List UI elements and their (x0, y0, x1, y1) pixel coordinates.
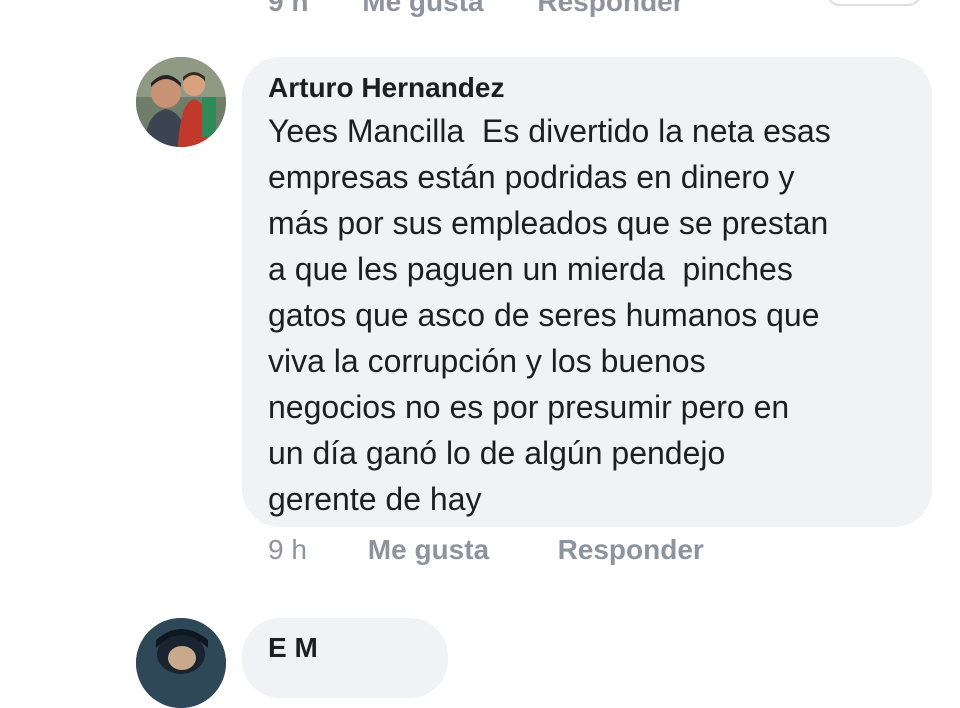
profile-photo-icon (136, 618, 226, 708)
comment-text-line: gerente de hay (268, 481, 482, 517)
comment-text-line: viva la corrupción y los buenos (268, 343, 706, 379)
comment-text-line: negocios no es por presumir pero en (268, 389, 790, 425)
like-button[interactable]: Me gusta (368, 534, 550, 566)
comment-actions: 9 h Me gusta Responder (268, 534, 704, 566)
comment-text-line: a que les paguen un mierda pinches (268, 251, 793, 287)
previous-comment-actions: 9 h Me gusta Responder (268, 0, 730, 18)
next-comment-bubble: E M (242, 618, 448, 698)
comment-text: Yees Mancilla Es divertido la neta esas … (268, 108, 928, 522)
next-comment-author[interactable]: E M (268, 632, 318, 664)
comment-author[interactable]: Arturo Hernandez (268, 72, 504, 104)
comment-text-line: más por sus empleados que se prestan (268, 205, 829, 241)
previous-comment-reply-button[interactable]: Responder (537, 0, 683, 17)
profile-photo-icon (136, 57, 226, 147)
comment-text-line: gatos que asco de seres humanos que (268, 297, 820, 333)
comment-time[interactable]: 9 h (268, 534, 360, 566)
comment-text-line: empresas están podridas en dinero y (268, 159, 795, 195)
next-comment-avatar[interactable] (136, 618, 226, 708)
avatar[interactable] (136, 57, 226, 147)
previous-comment-reaction-pill[interactable] (826, 0, 922, 6)
previous-comment-like-button[interactable]: Me gusta (362, 0, 483, 17)
comment-text-line: un día ganó lo de algún pendejo (268, 435, 726, 471)
previous-comment-time: 9 h (268, 0, 309, 17)
reply-button[interactable]: Responder (558, 534, 704, 566)
comment-text-line: Yees Mancilla Es divertido la neta esas (268, 113, 831, 149)
